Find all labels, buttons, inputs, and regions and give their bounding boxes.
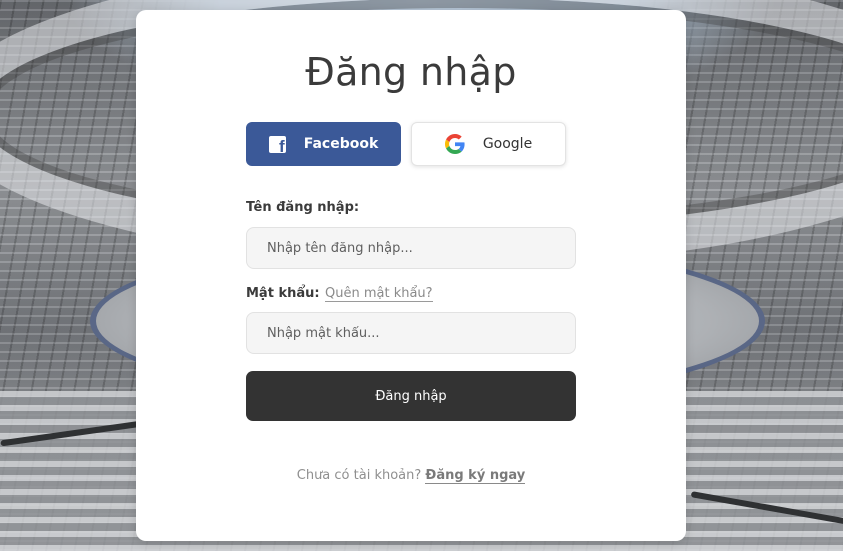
page-title: Đăng nhập <box>305 50 517 94</box>
signup-prompt: Chưa có tài khoản? Đăng ký ngay <box>136 468 686 484</box>
signup-link[interactable]: Đăng ký ngay <box>425 468 526 484</box>
google-login-button[interactable]: Google <box>411 122 566 166</box>
password-input[interactable] <box>246 312 576 354</box>
google-icon <box>444 134 465 154</box>
username-label: Tên đăng nhập: <box>246 200 360 215</box>
forgot-password-link[interactable]: Quên mật khẩu? <box>325 286 433 302</box>
login-card: Đăng nhập f Facebook Google Tên đăng nhậ… <box>136 10 686 541</box>
facebook-button-label: Facebook <box>303 136 379 152</box>
facebook-login-button[interactable]: f Facebook <box>246 122 401 166</box>
password-label: Mật khẩu: <box>246 286 320 301</box>
google-button-label: Google <box>482 136 533 152</box>
login-submit-button[interactable]: Đăng nhập <box>246 371 576 421</box>
username-input[interactable] <box>246 227 576 269</box>
no-account-text: Chưa có tài khoản? <box>296 468 422 483</box>
facebook-icon: f <box>268 135 286 155</box>
